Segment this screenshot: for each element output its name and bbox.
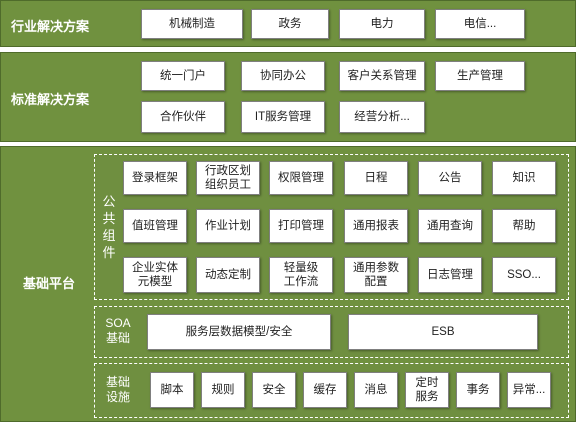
common-component[interactable]: 公告 — [418, 161, 482, 195]
infra-component[interactable]: 脚本 — [150, 372, 194, 408]
standard-item[interactable]: IT服务管理 — [241, 101, 325, 133]
infra-component[interactable]: 定时 服务 — [405, 372, 449, 408]
standard-solutions-band: 标准解决方案 统一门户 协同办公 客户关系管理 生产管理 合作伙伴 IT服务管理… — [0, 52, 576, 142]
infra-component[interactable]: 安全 — [252, 372, 296, 408]
common-component[interactable]: SSO... — [492, 257, 556, 293]
common-component[interactable]: 帮助 — [492, 209, 556, 243]
base-platform-band: 基础平台 公共组件 登录框架 行政区划 组织员工 权限管理 日程 公告 知识 值… — [0, 146, 576, 422]
common-component[interactable]: 行政区划 组织员工 — [196, 161, 260, 195]
infra-component[interactable]: 异常... — [507, 372, 551, 408]
industry-solutions-title: 行业解决方案 — [11, 19, 90, 34]
standard-solutions-title: 标准解决方案 — [11, 92, 90, 107]
common-component[interactable]: 作业计划 — [196, 209, 260, 243]
standard-item[interactable]: 客户关系管理 — [339, 61, 425, 91]
infra-component[interactable]: 事务 — [456, 372, 500, 408]
industry-item[interactable]: 电信... — [435, 9, 525, 39]
standard-item[interactable]: 统一门户 — [141, 61, 225, 91]
soa-base-panel: SOA 基础 服务层数据模型/安全 ESB — [94, 306, 569, 358]
common-component[interactable]: 打印管理 — [269, 209, 333, 243]
infra-component[interactable]: 缓存 — [303, 372, 347, 408]
soa-component[interactable]: ESB — [348, 314, 538, 350]
common-component[interactable]: 日志管理 — [418, 257, 482, 293]
industry-item[interactable]: 电力 — [339, 9, 425, 39]
infra-component[interactable]: 规则 — [201, 372, 245, 408]
standard-item[interactable]: 合作伙伴 — [141, 101, 225, 133]
soa-base-label: SOA 基础 — [105, 316, 131, 345]
infra-component[interactable]: 消息 — [354, 372, 398, 408]
common-component[interactable]: 登录框架 — [123, 161, 187, 195]
industry-solutions-band: 行业解决方案 机械制造 政务 电力 电信... — [0, 0, 576, 47]
standard-item[interactable]: 经营分析... — [339, 101, 425, 133]
common-component[interactable]: 知识 — [492, 161, 556, 195]
industry-item[interactable]: 机械制造 — [141, 9, 243, 39]
common-component[interactable]: 通用报表 — [344, 209, 408, 243]
common-components-panel: 公共组件 登录框架 行政区划 组织员工 权限管理 日程 公告 知识 值班管理 作… — [94, 154, 569, 300]
standard-item[interactable]: 生产管理 — [435, 61, 525, 91]
common-component[interactable]: 通用查询 — [418, 209, 482, 243]
infrastructure-label: 基础 设施 — [105, 375, 130, 404]
standard-item[interactable]: 协同办公 — [241, 61, 325, 91]
base-platform-title: 基础平台 — [23, 276, 76, 291]
common-components-label: 公共组件 — [102, 194, 116, 260]
common-component[interactable]: 企业实体 元模型 — [123, 257, 187, 293]
common-component[interactable]: 日程 — [344, 161, 408, 195]
common-component[interactable]: 轻量级 工作流 — [269, 257, 333, 293]
common-component[interactable]: 值班管理 — [123, 209, 187, 243]
common-component[interactable]: 权限管理 — [269, 161, 333, 195]
industry-item[interactable]: 政务 — [251, 9, 329, 39]
common-component[interactable]: 动态定制 — [196, 257, 260, 293]
common-component[interactable]: 通用参数 配置 — [344, 257, 408, 293]
soa-component[interactable]: 服务层数据模型/安全 — [147, 314, 331, 350]
infrastructure-panel: 基础 设施 脚本 规则 安全 缓存 消息 定时 服务 事务 异常... — [94, 363, 569, 418]
